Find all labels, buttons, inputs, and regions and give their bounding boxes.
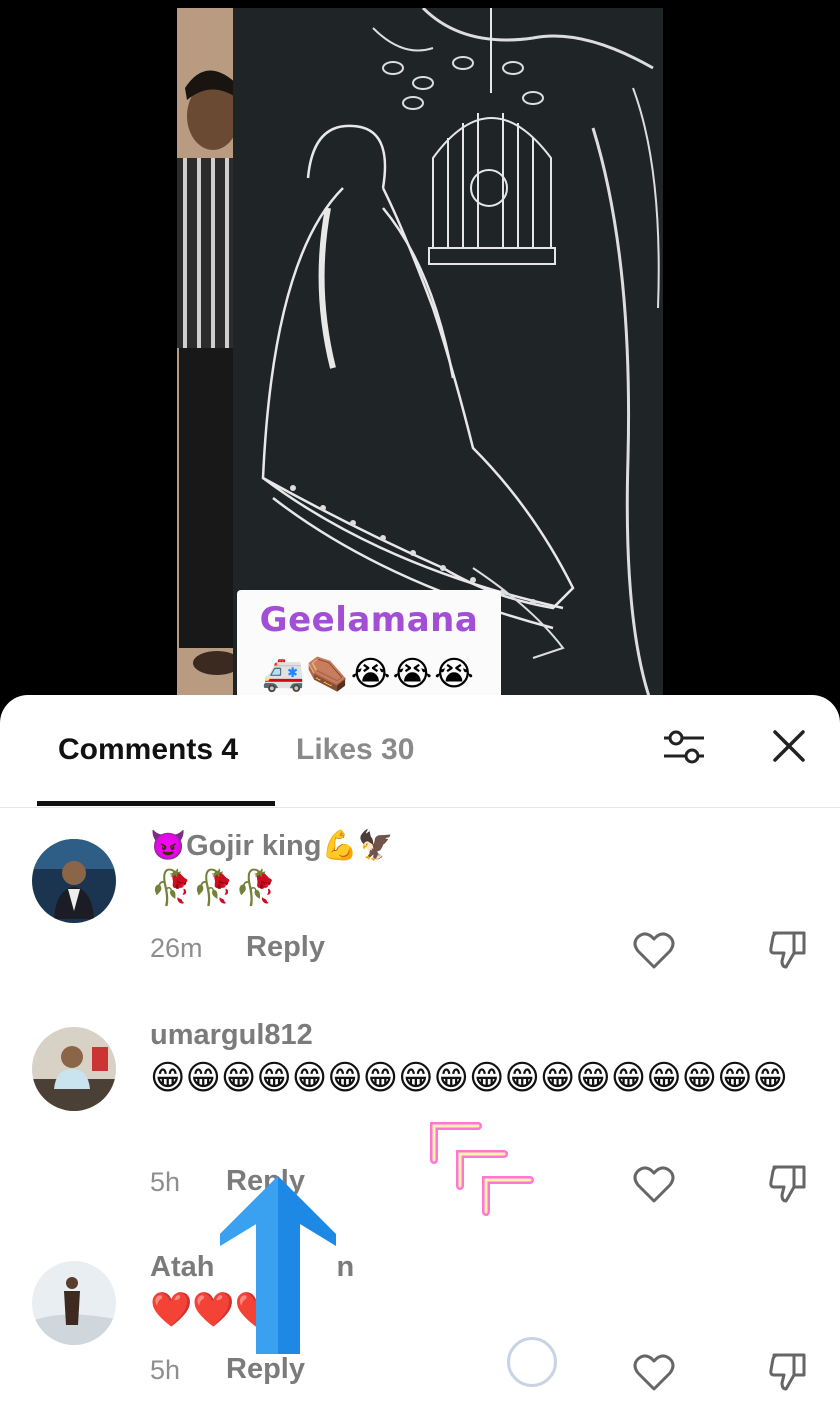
video-player[interactable]: Geelamana 🚑⚰️😭😭😭: [177, 8, 663, 708]
avatar[interactable]: [32, 839, 116, 923]
touch-indicator: [507, 1337, 557, 1387]
caption-title: Geelamana: [259, 600, 479, 640]
tab-comments[interactable]: Comments 4: [58, 733, 238, 767]
comment-username-end: n: [336, 1251, 355, 1283]
sheet-tabs: Comments 4 Likes 30: [0, 695, 840, 808]
thumbs-down-outline-icon[interactable]: [766, 1161, 810, 1205]
close-icon[interactable]: [770, 727, 808, 765]
scroll-up-arrow-icon: [218, 1176, 338, 1356]
video-caption: Geelamana 🚑⚰️😭😭😭: [237, 590, 501, 708]
comment-time: 26m: [150, 933, 203, 963]
comments-sheet: Comments 4 Likes 30 😈Gojir king💪🦅 🥀🥀🥀 26…: [0, 695, 840, 1420]
comment-username-start: Atah: [150, 1251, 215, 1283]
comment-time: 5h: [150, 1167, 181, 1197]
comment-username[interactable]: 😈Gojir king💪🦅: [150, 829, 394, 863]
heart-outline-icon[interactable]: [632, 1165, 676, 1205]
heart-outline-icon[interactable]: [632, 931, 676, 971]
comment-text: 😁😁😁😁😁😁😁😁😁😁😁😁😁😁😁😁😁😁: [150, 1058, 788, 1098]
glowing-corners-icon: [420, 1110, 560, 1250]
avatar[interactable]: [32, 1261, 116, 1345]
reply-button[interactable]: Reply: [246, 931, 325, 964]
comment-text: 🥀🥀🥀: [150, 868, 278, 908]
thumbs-down-outline-icon[interactable]: [766, 1349, 810, 1393]
caption-emoji: 🚑⚰️😭😭😭: [262, 654, 476, 694]
filter-sliders-icon[interactable]: [660, 727, 708, 767]
reply-button[interactable]: Reply: [226, 1353, 305, 1386]
avatar[interactable]: [32, 1027, 116, 1111]
comment-username[interactable]: umargul812: [150, 1019, 313, 1052]
heart-outline-icon[interactable]: [632, 1353, 676, 1393]
tab-likes[interactable]: Likes 30: [296, 733, 414, 767]
active-tab-indicator: [37, 801, 275, 806]
comment-item: Atah n ❤️❤️❤️ 5h Reply: [0, 1251, 840, 1420]
comment-item: 😈Gojir king💪🦅 🥀🥀🥀 26m Reply: [0, 823, 840, 993]
comment-time: 5h: [150, 1355, 181, 1385]
thumbs-down-outline-icon[interactable]: [766, 927, 810, 971]
